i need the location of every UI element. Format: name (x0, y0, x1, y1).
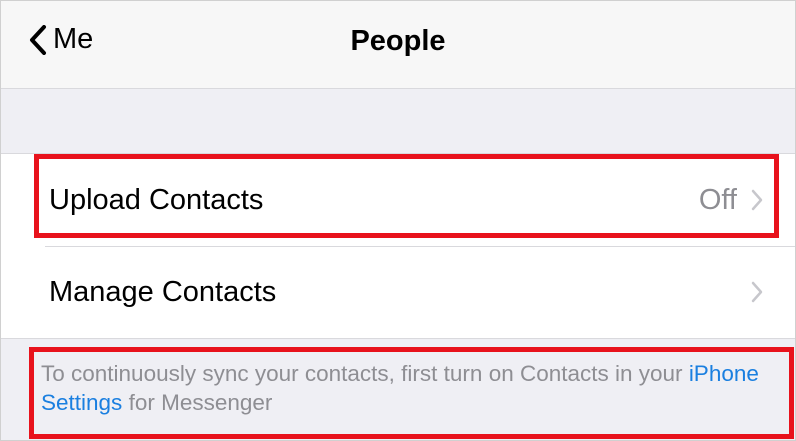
manage-contacts-row[interactable]: Manage Contacts (1, 246, 795, 338)
note-text-end: for Messenger (122, 390, 273, 415)
chevron-right-icon (751, 189, 763, 211)
contacts-settings-group: Upload Contacts Off Manage Contacts (1, 153, 795, 339)
upload-contacts-row[interactable]: Upload Contacts Off (1, 154, 795, 246)
navigation-bar: Me People (1, 1, 795, 89)
chevron-right-icon (751, 281, 763, 303)
upload-contacts-label: Upload Contacts (49, 183, 264, 216)
manage-contacts-accessory (751, 281, 763, 303)
manage-contacts-label: Manage Contacts (49, 275, 277, 308)
page-title: People (350, 25, 446, 57)
upload-contacts-accessory: Off (699, 184, 763, 217)
note-text-start: To continuously sync your contacts, firs… (41, 361, 689, 386)
upload-contacts-status: Off (698, 183, 737, 216)
people-settings-screen: Me People Upload Contacts Off Manage Con… (0, 0, 796, 441)
contacts-sync-note: To continuously sync your contacts, firs… (41, 359, 781, 417)
